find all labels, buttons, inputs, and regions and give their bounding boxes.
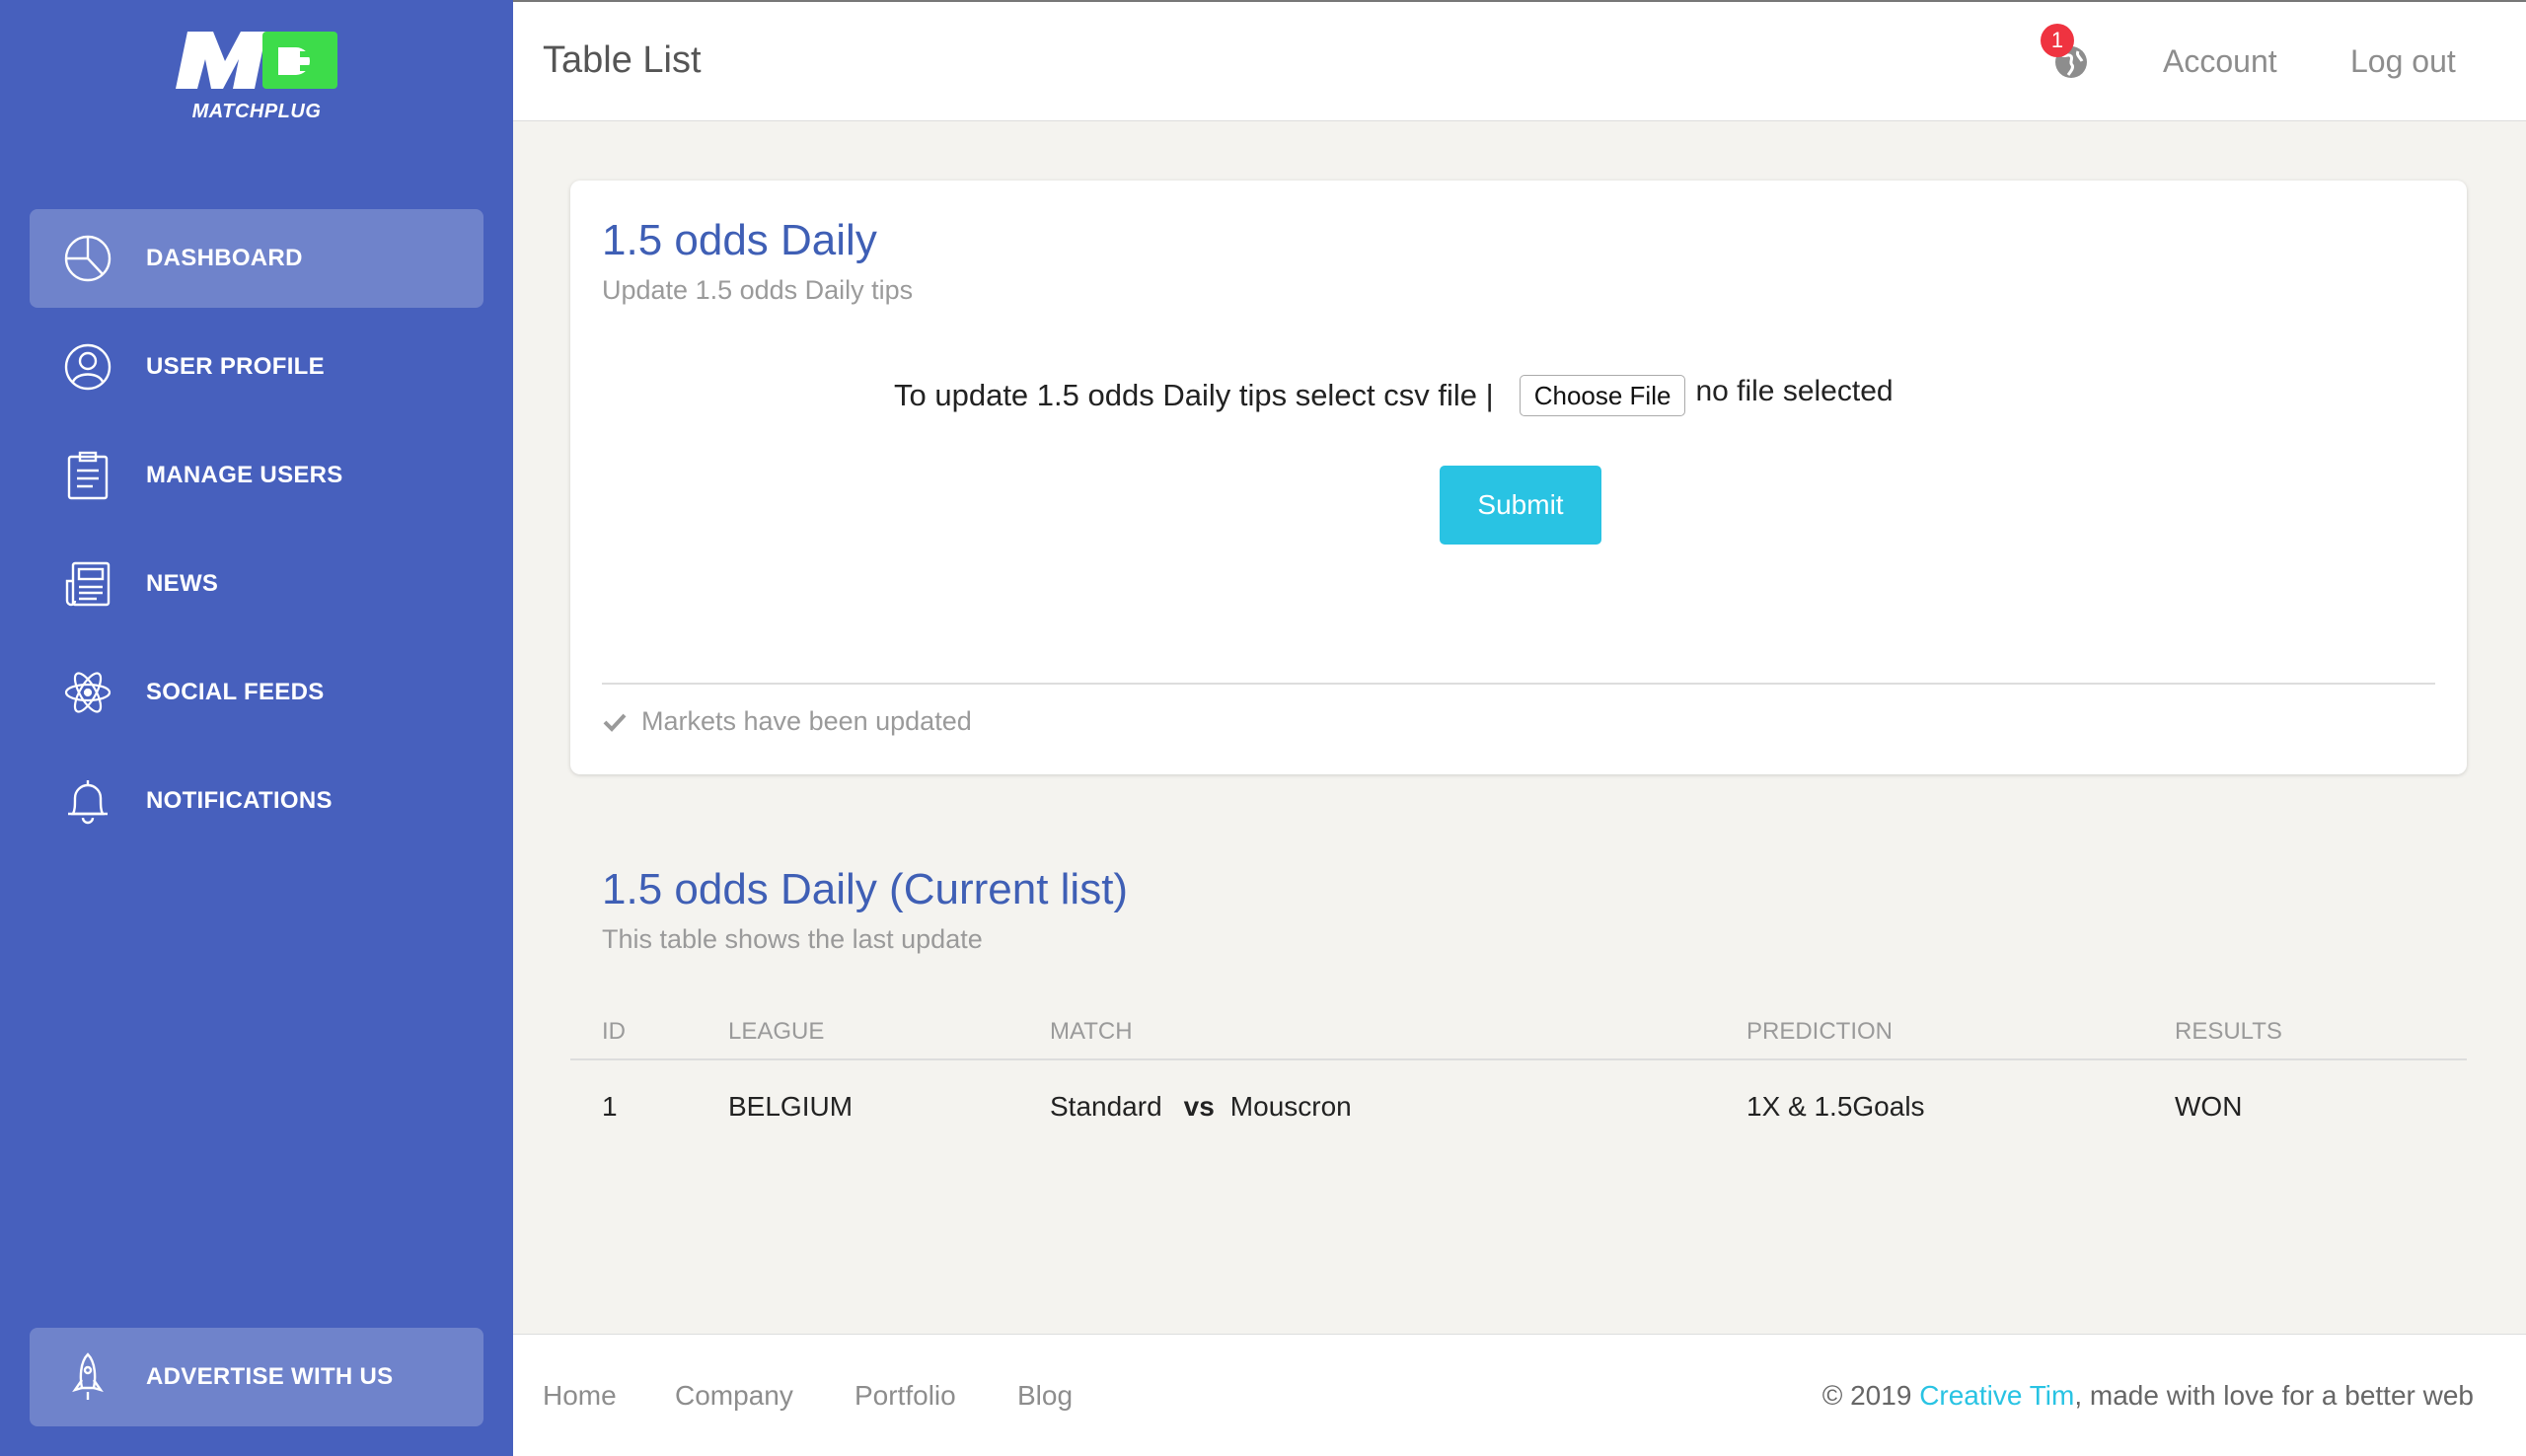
away-team: Mouscron: [1229, 1091, 1352, 1122]
footer: Home Company Portfolio Blog © 2019 Creat…: [513, 1334, 2526, 1456]
notification-badge[interactable]: 1: [2041, 24, 2074, 57]
sidebar-item-label: SOCIAL FEEDS: [146, 679, 325, 705]
account-link[interactable]: Account: [2163, 43, 2277, 80]
file-status: no file selected: [1695, 375, 1894, 407]
logout-link[interactable]: Log out: [2350, 43, 2456, 80]
copyright-suffix: , made with love for a better web: [2074, 1380, 2474, 1411]
cell-id: 1: [602, 1091, 618, 1122]
cell-prediction: 1X & 1.5Goals: [1746, 1091, 1925, 1122]
page-title: Table List: [543, 39, 702, 81]
rocket-icon: [63, 1352, 112, 1402]
sidebar-nav: DASHBOARD USER PROFILE MANAGE USERS NEWS…: [30, 209, 483, 860]
cell-league: BELGIUM: [728, 1091, 854, 1122]
column-header-id: ID: [602, 1018, 626, 1045]
cell-result: WON: [2175, 1091, 2243, 1122]
sidebar-item-notifications[interactable]: NOTIFICATIONS: [30, 752, 483, 850]
sidebar-item-social-feeds[interactable]: SOCIAL FEEDS: [30, 643, 483, 742]
clipboard-icon: [63, 451, 112, 500]
check-icon: [602, 709, 628, 735]
sidebar-item-label: MANAGE USERS: [146, 462, 343, 488]
sidebar-item-label: DASHBOARD: [146, 245, 303, 271]
submit-button[interactable]: Submit: [1440, 466, 1601, 545]
pie-chart-icon: [63, 234, 112, 283]
creative-tim-link[interactable]: Creative Tim: [1919, 1380, 2074, 1411]
footer-link-home[interactable]: Home: [543, 1380, 617, 1412]
vs-label: vs: [1183, 1091, 1215, 1122]
upload-card: 1.5 odds Daily Update 1.5 odds Daily tip…: [570, 181, 2467, 774]
column-header-match: MATCH: [1050, 1018, 1133, 1045]
cell-match: Standard vs Mouscron: [1050, 1091, 1352, 1123]
newspaper-icon: [63, 559, 112, 609]
top-navbar: Table List 1 Account Log out: [513, 0, 2526, 121]
card-divider: [602, 683, 2435, 685]
footer-link-company[interactable]: Company: [675, 1380, 793, 1412]
matchplug-logo[interactable]: MATCHPLUG: [168, 28, 345, 136]
atom-icon: [63, 668, 112, 717]
advertise-label: ADVERTISE WITH US: [146, 1363, 394, 1390]
home-team: Standard: [1050, 1091, 1162, 1122]
column-header-league: LEAGUE: [728, 1018, 825, 1045]
choose-file-button[interactable]: Choose File: [1519, 375, 1686, 416]
sidebar-item-user-profile[interactable]: USER PROFILE: [30, 318, 483, 416]
table-subtitle: This table shows the last update: [602, 924, 983, 954]
card-subtitle: Update 1.5 odds Daily tips: [602, 275, 914, 305]
sidebar-item-manage-users[interactable]: MANAGE USERS: [30, 426, 483, 525]
bell-icon: [63, 776, 112, 826]
card-status: Markets have been updated: [602, 706, 972, 737]
footer-link-portfolio[interactable]: Portfolio: [854, 1380, 956, 1412]
copyright-prefix: © 2019: [1821, 1380, 1920, 1411]
sidebar-item-dashboard[interactable]: DASHBOARD: [30, 209, 483, 308]
logo-text: MATCHPLUG: [191, 101, 322, 122]
copyright: © 2019 Creative Tim, made with love for …: [1822, 1380, 2474, 1412]
user-icon: [63, 342, 112, 392]
card-title: 1.5 odds Daily: [602, 216, 877, 264]
sidebar-item-label: NEWS: [146, 570, 219, 597]
tips-table: ID LEAGUE MATCH PREDICTION RESULTS 1 BEL…: [570, 1006, 2467, 1122]
footer-link-blog[interactable]: Blog: [1017, 1380, 1073, 1412]
advertise-button[interactable]: ADVERTISE WITH US: [30, 1328, 483, 1426]
status-text: Markets have been updated: [641, 706, 972, 736]
table-header: ID LEAGUE MATCH PREDICTION RESULTS: [570, 1006, 2467, 1060]
upload-row: To update 1.5 odds Daily tips select csv…: [894, 374, 1894, 417]
table-title: 1.5 odds Daily (Current list): [602, 865, 1129, 913]
sidebar: MATCHPLUG DASHBOARD USER PROFILE MANAGE …: [0, 0, 513, 1456]
upload-prompt: To update 1.5 odds Daily tips select csv…: [894, 378, 1494, 412]
column-header-prediction: PREDICTION: [1746, 1018, 1894, 1045]
column-header-results: RESULTS: [2175, 1018, 2282, 1045]
sidebar-item-label: NOTIFICATIONS: [146, 787, 333, 814]
sidebar-item-label: USER PROFILE: [146, 353, 325, 380]
sidebar-item-news[interactable]: NEWS: [30, 535, 483, 633]
